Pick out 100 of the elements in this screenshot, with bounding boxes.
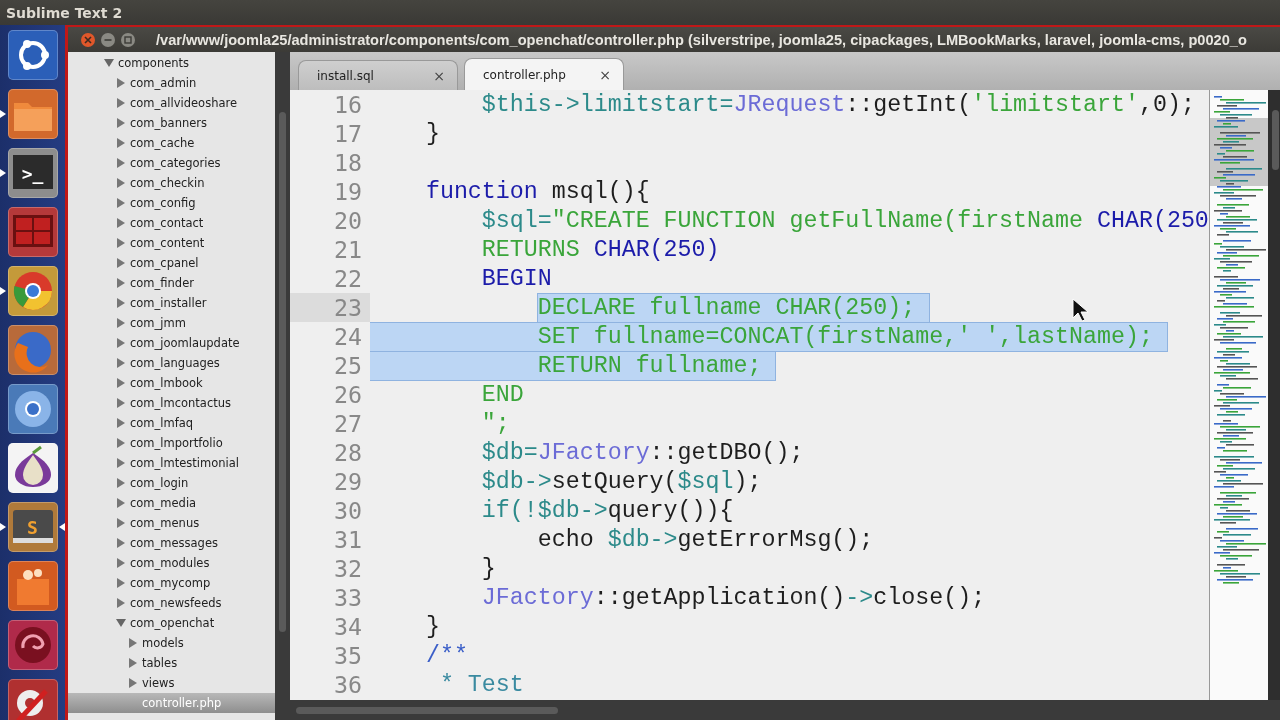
line-number: 27 [332, 409, 363, 438]
tree-item[interactable]: components [68, 53, 275, 73]
tree-item[interactable]: models [68, 633, 275, 653]
minimize-button[interactable] [100, 31, 116, 48]
settings-icon[interactable] [7, 679, 58, 720]
expand-arrow-icon[interactable] [116, 438, 126, 448]
expand-arrow-icon[interactable] [116, 338, 126, 348]
tree-item[interactable]: com_mycomp [68, 573, 275, 593]
tree-item[interactable]: com_media [68, 493, 275, 513]
line-number: 20 [332, 206, 363, 235]
tree-item[interactable]: com_login [68, 473, 275, 493]
expand-arrow-icon[interactable] [116, 558, 126, 568]
expand-arrow-icon[interactable] [116, 198, 126, 208]
tree-item[interactable]: com_allvideoshare [68, 93, 275, 113]
collapse-arrow-icon[interactable] [104, 58, 114, 68]
folder-icon[interactable] [7, 89, 58, 139]
tree-item[interactable]: com_banners [68, 113, 275, 133]
tree-item[interactable]: com_contact [68, 213, 275, 233]
onion-icon[interactable] [7, 443, 58, 493]
expand-arrow-icon[interactable] [116, 478, 126, 488]
expand-arrow-icon[interactable] [116, 98, 126, 108]
expand-arrow-icon[interactable] [116, 378, 126, 388]
expand-arrow-icon[interactable] [116, 418, 126, 428]
collapse-arrow-icon[interactable] [116, 618, 126, 628]
tree-item[interactable]: com_admin [68, 73, 275, 93]
tree-item[interactable]: com_categories [68, 153, 275, 173]
tree-item[interactable]: com_lmcontactus [68, 393, 275, 413]
tree-item[interactable]: com_lmportfolio [68, 433, 275, 453]
tree-item[interactable]: com_modules [68, 553, 275, 573]
line-number: 24 [332, 322, 363, 351]
expand-arrow-icon[interactable] [116, 178, 126, 188]
globe-icon[interactable] [7, 325, 58, 375]
swirl-icon[interactable] [7, 620, 58, 670]
line-number: 26 [332, 380, 363, 409]
line-number: 32 [332, 554, 363, 583]
close-tab-button[interactable]: × [433, 67, 445, 84]
code-line: $sql="CREATE FUNCTION getFullName(firstName CHAR(250 [480, 206, 1209, 235]
expand-arrow-icon[interactable] [116, 298, 126, 308]
tab[interactable]: install.sql × [298, 60, 458, 90]
expand-arrow-icon[interactable] [116, 518, 126, 528]
workspaces-icon[interactable] [7, 207, 58, 257]
expand-arrow-icon[interactable] [116, 238, 126, 248]
logo-icon[interactable] [7, 30, 58, 80]
expand-arrow-icon[interactable] [116, 498, 126, 508]
expand-arrow-icon[interactable] [116, 158, 126, 168]
tree-item[interactable]: com_finder [68, 273, 275, 293]
tree-item[interactable]: com_lmbook [68, 373, 275, 393]
close-button[interactable] [80, 31, 96, 48]
expand-arrow-icon[interactable] [116, 538, 126, 548]
line-number: 36 [332, 670, 363, 699]
line-number: 33 [332, 583, 363, 612]
tree-item[interactable]: com_checkin [68, 173, 275, 193]
expand-arrow-icon[interactable] [116, 458, 126, 468]
browser-icon[interactable] [7, 384, 58, 434]
expand-arrow-icon[interactable] [116, 138, 126, 148]
tree-item[interactable]: com_jmm [68, 313, 275, 333]
tree-item[interactable]: com_config [68, 193, 275, 213]
tree-item[interactable]: com_lmtestimonial [68, 453, 275, 473]
close-tab-button[interactable]: × [599, 66, 611, 83]
code-line: BEGIN [480, 264, 552, 293]
expand-arrow-icon[interactable] [128, 678, 138, 688]
tree-item[interactable]: com_installer [68, 293, 275, 313]
line-number: 18 [332, 148, 363, 177]
tree-item[interactable]: com_languages [68, 353, 275, 373]
code-line: if(!$db->query()){ [480, 496, 734, 525]
expand-arrow-icon[interactable] [116, 358, 126, 368]
tree-item[interactable]: com_newsfeeds [68, 593, 275, 613]
expand-arrow-icon[interactable] [116, 218, 126, 228]
expand-arrow-icon[interactable] [116, 118, 126, 128]
expand-arrow-icon[interactable] [116, 78, 126, 88]
code-line: RETURNS CHAR(250) [480, 235, 720, 264]
tree-item[interactable]: com_content [68, 233, 275, 253]
tree-item[interactable]: com_joomlaupdate [68, 333, 275, 353]
browser-icon[interactable] [7, 266, 58, 316]
expand-arrow-icon[interactable] [116, 318, 126, 328]
expand-arrow-icon[interactable] [128, 638, 138, 648]
expand-arrow-icon[interactable] [128, 658, 138, 668]
tab[interactable]: controller.php × [464, 58, 624, 90]
tree-item[interactable]: com_messages [68, 533, 275, 553]
tree-item[interactable]: com_cpanel [68, 253, 275, 273]
line-number: 28 [332, 438, 363, 467]
line-number: 16 [332, 90, 363, 119]
shopping-bag-icon[interactable] [7, 561, 58, 611]
expand-arrow-icon[interactable] [116, 598, 126, 608]
code-line: function msql(){ [424, 177, 650, 206]
expand-arrow-icon[interactable] [116, 578, 126, 588]
code-line: echo $db->getErrorMsg(); [536, 525, 874, 554]
tree-item[interactable]: com_menus [68, 513, 275, 533]
tree-item[interactable]: com_lmfaq [68, 413, 275, 433]
editor-app-icon[interactable]: S [7, 502, 58, 552]
expand-arrow-icon[interactable] [116, 278, 126, 288]
tree-item[interactable]: com_openchat [68, 613, 275, 633]
tree-item[interactable]: com_cache [68, 133, 275, 153]
expand-arrow-icon[interactable] [116, 398, 126, 408]
maximize-button[interactable] [120, 31, 136, 48]
tree-item[interactable]: views [68, 673, 275, 693]
mouse-pointer-icon [1072, 298, 1090, 323]
terminal-icon[interactable]: >_ [7, 148, 58, 198]
expand-arrow-icon[interactable] [116, 258, 126, 268]
tree-item[interactable]: tables [68, 653, 275, 673]
